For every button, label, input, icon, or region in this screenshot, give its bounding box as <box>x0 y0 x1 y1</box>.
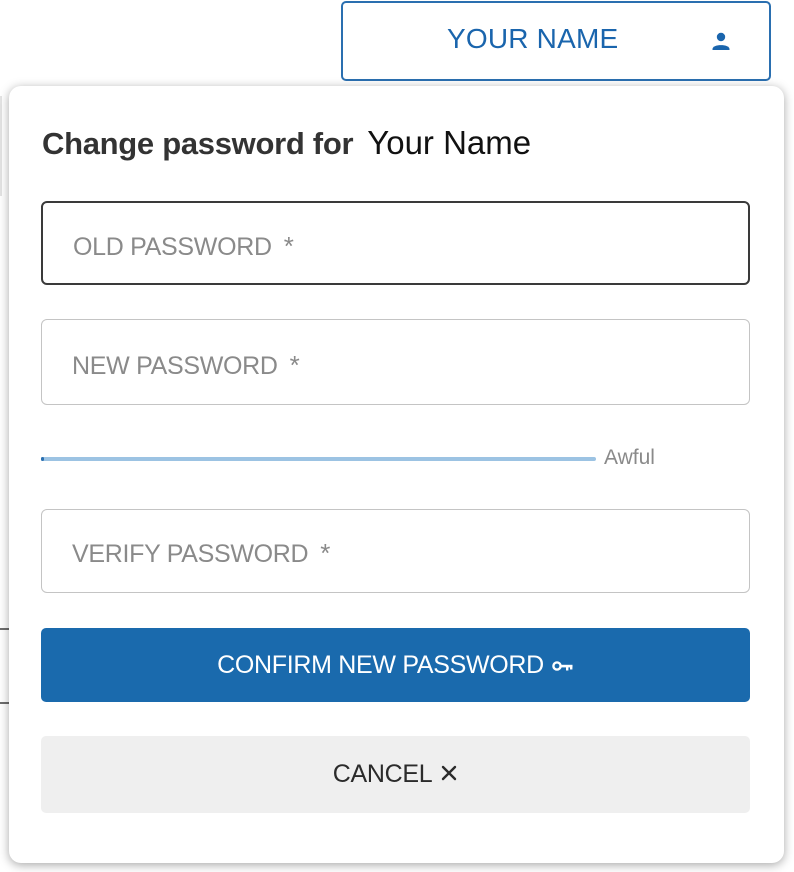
password-strength-meter: Awful <box>41 446 681 469</box>
person-icon <box>709 29 733 53</box>
dialog-title-prefix: Change password for <box>42 126 354 161</box>
confirm-button-label: CONFIRM NEW PASSWORD <box>217 650 544 679</box>
verify-password-placeholder-text: VERIFY PASSWORD <box>72 540 309 568</box>
old-password-field[interactable]: OLD PASSWORD * <box>41 201 750 285</box>
required-asterisk: * <box>289 350 300 380</box>
old-password-placeholder: OLD PASSWORD * <box>73 231 294 262</box>
verify-password-placeholder: VERIFY PASSWORD * <box>72 538 330 569</box>
dialog-title: Change password for Your Name <box>42 124 531 162</box>
user-menu-label: YOUR NAME <box>447 23 619 54</box>
cancel-button-label: CANCEL <box>332 760 433 788</box>
background-divider <box>0 702 9 704</box>
verify-password-field[interactable]: VERIFY PASSWORD * <box>41 509 750 593</box>
key-icon <box>552 651 574 680</box>
background-edge <box>0 96 2 196</box>
old-password-placeholder-text: OLD PASSWORD <box>73 233 272 261</box>
required-asterisk: * <box>320 538 331 568</box>
close-icon <box>440 760 458 789</box>
strength-fill <box>41 457 44 461</box>
new-password-placeholder-text: NEW PASSWORD <box>72 352 278 380</box>
new-password-field[interactable]: NEW PASSWORD * <box>41 319 750 405</box>
dialog-title-username: Your Name <box>367 124 532 161</box>
change-password-dialog: Change password for Your Name OLD PASSWOR… <box>9 86 784 863</box>
confirm-new-password-button[interactable]: CONFIRM NEW PASSWORD <box>41 628 750 702</box>
strength-track <box>41 457 596 461</box>
required-asterisk: * <box>283 231 294 261</box>
page: YOUR NAME Change password for Your Name O… <box>0 0 794 872</box>
strength-label: Awful <box>604 446 655 469</box>
background-divider <box>0 628 9 630</box>
new-password-placeholder: NEW PASSWORD * <box>72 350 300 381</box>
cancel-button[interactable]: CANCEL <box>41 736 750 813</box>
user-menu-button[interactable]: YOUR NAME <box>341 1 771 81</box>
